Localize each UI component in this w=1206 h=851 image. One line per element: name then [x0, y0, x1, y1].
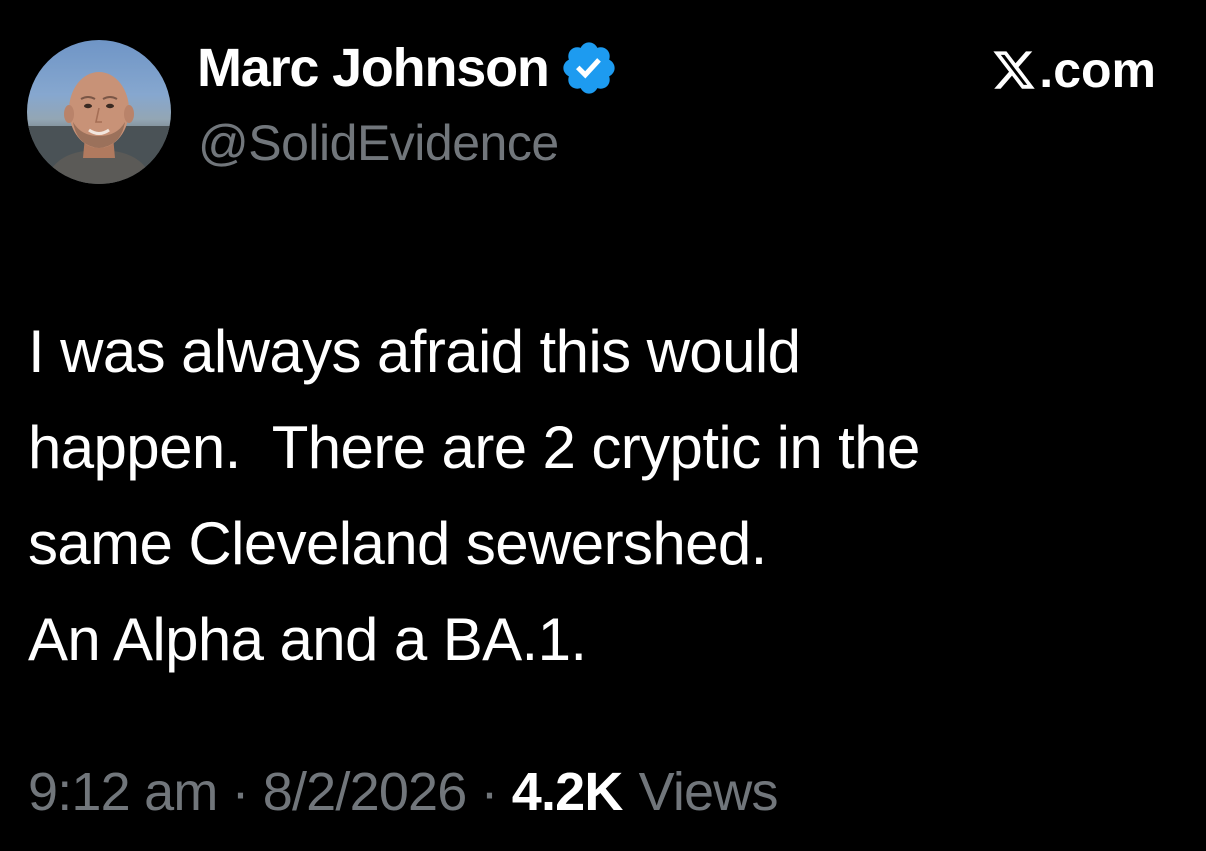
tweet-text-line: An Alpha and a BA.1. [28, 606, 587, 673]
tweet-text-line: same Cleveland sewershed. [28, 510, 767, 577]
source-watermark: .com [991, 38, 1156, 102]
meta-separator: · [231, 762, 250, 822]
views-label: Views [638, 762, 779, 822]
tweet-card: Marc Johnson @SolidEvidence .com I was a… [0, 0, 1206, 851]
tweet-time[interactable]: 9:12 am [28, 761, 218, 823]
display-name[interactable]: Marc Johnson [197, 37, 550, 99]
tweet-text: I was always afraid this would happen. T… [28, 304, 1178, 688]
verified-badge-icon[interactable] [559, 38, 619, 98]
tweet-meta: 9:12 am · 8/2/2026 · 4.2K Views [28, 756, 778, 828]
tweet-date[interactable]: 8/2/2026 [263, 761, 468, 823]
avatar[interactable] [27, 40, 171, 184]
x-logo-icon [991, 47, 1037, 93]
avatar-photo [27, 72, 171, 184]
meta-separator: · [480, 762, 499, 822]
views-count[interactable]: 4.2K [512, 761, 624, 823]
tweet-text-line: I was always afraid this would [28, 318, 801, 385]
display-name-row[interactable]: Marc Johnson [197, 34, 619, 102]
tweet-text-line: happen. There are 2 cryptic in the [28, 414, 920, 481]
source-label: .com [1039, 42, 1156, 98]
author-handle[interactable]: @SolidEvidence [198, 114, 559, 172]
